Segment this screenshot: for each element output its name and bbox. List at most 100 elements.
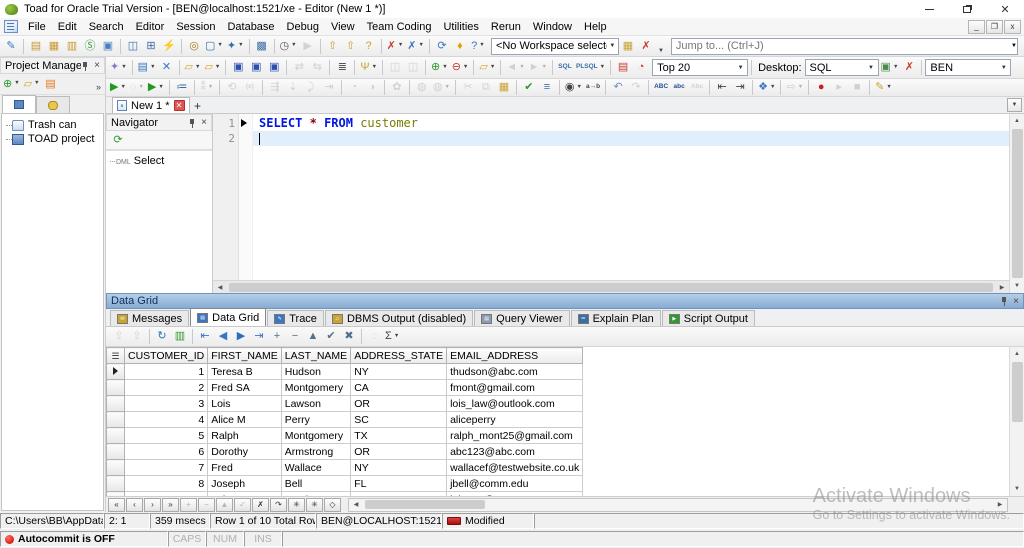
close-file-icon[interactable]: ✕ [158,59,176,76]
cell[interactable]: OR [351,444,447,460]
undo-icon[interactable]: ↶ [609,79,627,96]
close-panel-icon[interactable]: × [201,117,207,128]
record-macro-icon[interactable]: ● [812,79,830,96]
date-format-icon[interactable]: ◷▼ [278,38,299,55]
cell[interactable]: Fred [208,460,282,476]
find-icon[interactable]: ◉▼ [563,79,584,96]
calc-sum-icon[interactable]: Σ▼ [383,328,401,345]
table-row[interactable]: 3LoisLawsonORlois_law@outlook.com [107,396,583,412]
pm-tab-projects[interactable] [2,95,36,113]
cell[interactable]: NY [351,364,447,380]
cell[interactable]: CA [351,380,447,396]
cell[interactable]: Alice M [208,412,282,428]
cell[interactable]: Teresa B [208,364,282,380]
open-editor-icon[interactable]: ▤ [27,38,45,55]
cell[interactable]: Dorothy [208,444,282,460]
close-tab-icon[interactable]: ✕ [174,100,185,111]
change-session-icon[interactable]: ▱▼ [477,59,497,76]
refresh-grid-icon[interactable]: ↻ [153,328,171,345]
halt-execution-icon[interactable]: ✗▼ [385,38,406,55]
cancel-query-icon[interactable]: ✗▼ [405,38,426,55]
row-selector[interactable] [107,364,125,380]
wizard-icon[interactable]: ✦▼ [108,59,129,76]
indent-icon[interactable]: ⇥ [731,79,749,96]
object-search-icon[interactable]: ◎ [185,38,203,55]
next-record-icon[interactable]: ▶ [232,328,250,345]
editor-horizontal-scrollbar[interactable]: ◀▶ [213,280,1009,293]
delete-workspace-icon[interactable]: ✗ [637,38,655,55]
cell[interactable]: 3 [125,396,208,412]
session-browser-icon[interactable]: ▥ [63,38,81,55]
post-row-icon[interactable]: ✔ [322,328,340,345]
close-panel-icon[interactable]: × [1013,296,1019,307]
close-panel-icon[interactable]: × [94,60,100,71]
cell[interactable]: Lawson [281,396,350,412]
menu-team-coding[interactable]: Team Coding [361,19,438,35]
tab-trace[interactable]: ✎Trace [267,310,324,326]
navigator-item-select[interactable]: DMLSelect [109,155,209,167]
tab-explain-plan[interactable]: ≔Explain Plan [571,310,661,326]
tab-query-viewer[interactable]: ▤Query Viewer [474,310,569,326]
pm-add-icon[interactable]: ⊕▼ [1,76,22,93]
first-record-icon[interactable]: ⇤ [196,328,214,345]
row-selector[interactable] [107,476,125,492]
column-header-last_name[interactable]: LAST_NAME [281,348,350,364]
pin-icon[interactable] [1000,296,1009,306]
menu-help[interactable]: Help [578,19,613,35]
code-line[interactable] [253,131,1009,146]
close-button[interactable]: ✕ [986,0,1024,18]
cell[interactable]: OR [351,396,447,412]
quest-window-icon[interactable]: ▣ [99,38,117,55]
nav-goto-bookmark-icon[interactable]: ✳ [306,498,323,512]
remove-connection-icon[interactable]: ⊖▼ [450,59,471,76]
row-selector[interactable] [107,380,125,396]
row-selector[interactable] [107,428,125,444]
document-windows-icon[interactable]: ▢▼ [203,38,225,55]
tab-messages[interactable]: ✉Messages [110,310,189,326]
schema-combo[interactable]: BEN ▼ [925,59,1011,76]
cancel-row-icon[interactable]: ✖ [340,328,358,345]
execute-as-script-icon[interactable]: ▶▼ [146,79,166,96]
cell[interactable]: FL [351,476,447,492]
grid-horizontal-scrollbar[interactable]: ◀▶ [348,498,1008,512]
table-row[interactable]: 8JosephBellFLjbell@comm.edu [107,476,583,492]
save-workspace-icon[interactable]: ▦ [619,38,637,55]
cell[interactable]: 8 [125,476,208,492]
cell[interactable]: Bell [281,476,350,492]
unindent-icon[interactable]: ⇤ [713,79,731,96]
nav-refresh-icon[interactable]: ↷ [270,498,287,512]
execute-statement-icon[interactable]: ▶▼ [108,79,128,96]
menu-debug[interactable]: Debug [281,19,325,35]
cell[interactable]: SC [351,412,447,428]
column-header-first_name[interactable]: FIRST_NAME [208,348,282,364]
code-snippets-icon[interactable]: ❖▼ [756,79,777,96]
rollback-icon[interactable]: ⇧ [342,38,360,55]
cell[interactable]: Montgomery [281,380,350,396]
table-row[interactable]: 5RalphMontgomeryTXralph_mont25@gmail.com [107,428,583,444]
sql-recall-icon[interactable]: Ⓢ [81,38,99,55]
describe-objects-icon[interactable]: ◫ [124,38,142,55]
cell[interactable]: 6 [125,444,208,460]
cell[interactable]: Montgomery [281,428,350,444]
revert-desktop-icon[interactable]: ✗ [900,59,918,76]
refresh-navigator-icon[interactable]: ⟳ [109,132,127,149]
add-connection-icon[interactable]: ⊕▼ [429,59,450,76]
cell[interactable]: wallacef@testwebsite.co.uk [447,460,583,476]
save-all-icon[interactable]: ▣ [265,59,283,76]
print-icon[interactable]: ≣ [333,59,351,76]
menu-view[interactable]: View [325,19,361,35]
workspace-combo[interactable]: <No Workspace selected> ▼ [491,38,619,55]
cell[interactable]: NY [351,460,447,476]
team-coding-icon[interactable]: ✦▼ [225,38,246,55]
save-as-icon[interactable]: ▣ [247,59,265,76]
toolbar-overflow-icon[interactable]: ▼ [655,48,667,54]
commit-icon[interactable]: ⇧ [324,38,342,55]
save-desktop-icon[interactable]: ▣▼ [879,59,901,76]
editor-vertical-scrollbar[interactable]: ▲▼ [1009,114,1024,293]
format-code-icon[interactable]: ≡ [538,79,556,96]
refresh-connections-icon[interactable]: ⟳ [433,38,451,55]
cell[interactable]: Ralph [208,428,282,444]
grid-vertical-scrollbar[interactable]: ▲▼ [1009,347,1024,496]
pm-new-project-icon[interactable]: ▤ [42,76,60,93]
table-row[interactable]: 4Alice MPerrySCaliceperry [107,412,583,428]
